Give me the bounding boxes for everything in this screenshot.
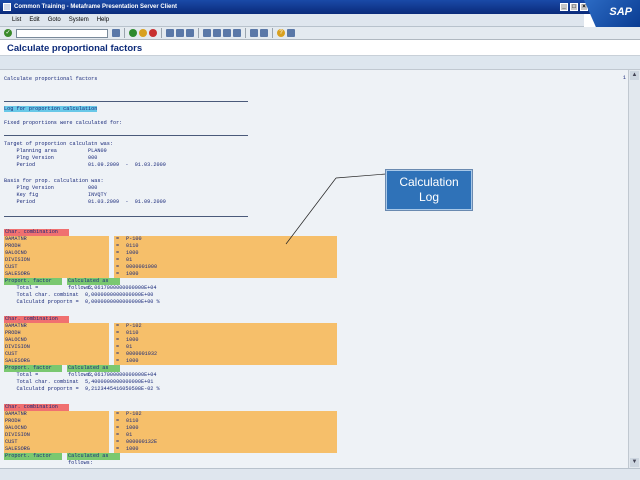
callout-pointer (285, 173, 387, 245)
callout-text: Calculation (399, 175, 459, 189)
calculation-log-callout: Calculation Log (385, 169, 473, 211)
callout-line (285, 177, 337, 245)
status-bar (0, 468, 640, 480)
callout-text: Log (418, 190, 440, 204)
callout-line (335, 173, 387, 179)
